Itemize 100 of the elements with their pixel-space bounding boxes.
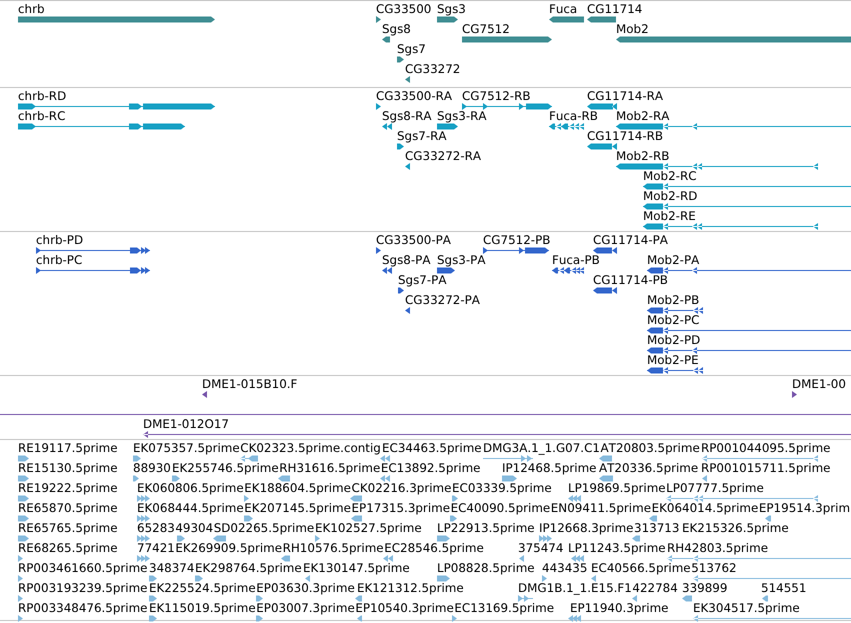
est-feature[interactable]: [355, 595, 362, 602]
clone-feature[interactable]: [143, 431, 851, 438]
protein-feature[interactable]: [483, 247, 549, 254]
protein-feature[interactable]: [647, 347, 851, 354]
transcript-feature[interactable]: [18, 123, 185, 130]
protein-feature[interactable]: [382, 267, 392, 274]
gene-feature[interactable]: [18, 16, 215, 23]
est-feature[interactable]: [18, 595, 23, 602]
est-feature[interactable]: [278, 475, 290, 482]
transcript-feature[interactable]: [616, 163, 818, 170]
clone-feature[interactable]: [0, 411, 851, 418]
est-feature[interactable]: [542, 575, 547, 582]
est-feature[interactable]: [483, 455, 533, 462]
transcript-feature[interactable]: [587, 143, 617, 150]
est-feature[interactable]: [149, 615, 157, 622]
est-feature[interactable]: [765, 515, 771, 522]
est-feature[interactable]: [383, 555, 393, 562]
est-feature[interactable]: [762, 595, 768, 602]
transcript-feature[interactable]: [405, 163, 410, 170]
est-feature[interactable]: [18, 515, 29, 522]
est-feature[interactable]: [591, 575, 596, 582]
gene-feature[interactable]: [616, 36, 851, 43]
gene-feature[interactable]: [462, 36, 552, 43]
est-feature[interactable]: [281, 555, 290, 562]
est-feature[interactable]: [649, 515, 657, 522]
clone-feature[interactable]: [792, 391, 797, 398]
gene-feature[interactable]: [397, 56, 404, 63]
est-feature[interactable]: [133, 475, 139, 482]
est-feature[interactable]: [256, 615, 263, 622]
est-feature[interactable]: [571, 555, 584, 562]
clone-feature[interactable]: [202, 391, 207, 398]
est-feature[interactable]: [315, 535, 320, 542]
gene-feature[interactable]: [405, 76, 410, 83]
est-feature[interactable]: [518, 595, 533, 602]
transcript-feature[interactable]: [382, 123, 392, 130]
protein-feature[interactable]: [36, 267, 150, 274]
est-feature[interactable]: [177, 535, 185, 542]
est-feature[interactable]: [568, 495, 581, 502]
est-feature[interactable]: [666, 495, 818, 502]
protein-feature[interactable]: [376, 247, 381, 254]
est-feature[interactable]: [18, 555, 23, 562]
est-feature[interactable]: [305, 575, 310, 582]
transcript-feature[interactable]: [18, 103, 215, 110]
est-feature[interactable]: [350, 495, 362, 502]
transcript-feature[interactable]: [397, 143, 404, 150]
protein-feature[interactable]: [398, 287, 404, 294]
est-feature[interactable]: [213, 535, 226, 542]
est-feature[interactable]: [667, 555, 851, 562]
est-feature[interactable]: [133, 455, 141, 462]
est-feature[interactable]: [437, 575, 450, 582]
est-feature[interactable]: [519, 555, 524, 562]
est-feature[interactable]: [137, 555, 150, 562]
transcript-feature[interactable]: [643, 223, 818, 230]
est-feature[interactable]: [137, 535, 150, 542]
est-feature[interactable]: [357, 615, 362, 622]
est-feature[interactable]: [380, 455, 390, 462]
est-feature[interactable]: [702, 475, 707, 482]
est-feature[interactable]: [18, 475, 29, 482]
protein-feature[interactable]: [593, 287, 617, 294]
gene-feature[interactable]: [549, 16, 584, 23]
est-feature[interactable]: [240, 455, 258, 462]
protein-feature[interactable]: [593, 247, 617, 254]
protein-feature[interactable]: [647, 327, 851, 334]
est-feature[interactable]: [632, 595, 637, 602]
est-feature[interactable]: [149, 595, 157, 602]
est-feature[interactable]: [693, 615, 851, 622]
protein-feature[interactable]: [647, 367, 703, 374]
protein-feature[interactable]: [36, 247, 150, 254]
transcript-feature[interactable]: [643, 203, 851, 210]
est-feature[interactable]: [437, 535, 450, 542]
est-feature[interactable]: [256, 595, 263, 602]
est-feature[interactable]: [195, 575, 203, 582]
est-feature[interactable]: [244, 515, 253, 522]
est-feature[interactable]: [632, 535, 640, 542]
est-feature[interactable]: [539, 535, 552, 542]
est-feature[interactable]: [450, 515, 457, 522]
transcript-feature[interactable]: [462, 103, 552, 110]
est-feature[interactable]: [452, 495, 458, 502]
est-feature[interactable]: [693, 575, 851, 582]
transcript-feature[interactable]: [616, 123, 851, 130]
est-feature[interactable]: [702, 455, 818, 462]
est-feature[interactable]: [18, 455, 29, 462]
est-feature[interactable]: [599, 455, 612, 462]
transcript-feature[interactable]: [376, 103, 381, 110]
protein-feature[interactable]: [437, 267, 455, 274]
est-feature[interactable]: [380, 475, 390, 482]
est-feature[interactable]: [18, 495, 29, 502]
est-feature[interactable]: [137, 515, 150, 522]
est-feature[interactable]: [599, 475, 613, 482]
est-feature[interactable]: [682, 595, 692, 602]
est-feature[interactable]: [137, 495, 150, 502]
est-feature[interactable]: [149, 575, 157, 582]
est-feature[interactable]: [18, 535, 29, 542]
transcript-feature[interactable]: [437, 123, 458, 130]
est-feature[interactable]: [502, 475, 517, 482]
est-feature[interactable]: [351, 515, 362, 522]
gene-feature[interactable]: [587, 16, 616, 23]
est-feature[interactable]: [244, 495, 249, 502]
est-feature[interactable]: [172, 475, 180, 482]
gene-feature[interactable]: [437, 16, 458, 23]
